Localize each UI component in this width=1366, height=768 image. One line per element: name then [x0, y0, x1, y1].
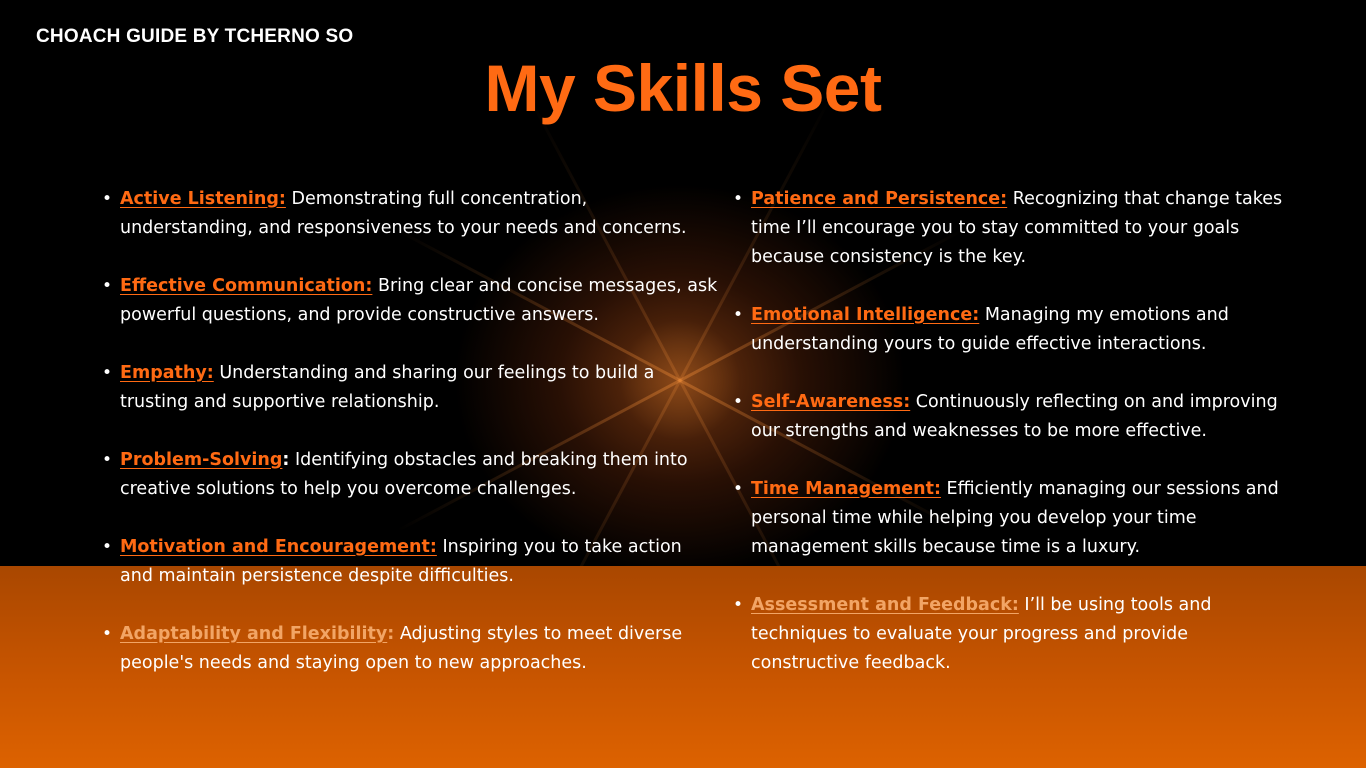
bullet-icon: •	[733, 189, 744, 209]
bullet-icon: •	[102, 450, 113, 470]
skill-term: Patience and Persistence:	[751, 189, 1008, 209]
skill-item: • Self-Awareness: Continuously reflecting…	[733, 388, 1291, 446]
skill-term: Active Listening:	[120, 189, 286, 209]
skill-item: • Time Management: Efficiently managing o…	[733, 475, 1291, 562]
bullet-icon: •	[102, 276, 113, 296]
skill-term: Time Management:	[751, 479, 941, 499]
skill-term: Problem-Solving	[120, 450, 283, 470]
bullet-icon: •	[102, 624, 113, 644]
skill-item: • Emotional Intelligence: Managing my emo…	[733, 301, 1291, 359]
skill-item: • Effective Communication: Bring clear an…	[102, 272, 720, 330]
skill-item: • Problem-Solving: Identifying obstacles …	[102, 446, 720, 504]
bullet-icon: •	[102, 537, 113, 557]
bullet-icon: •	[733, 595, 744, 615]
bullet-icon: •	[733, 305, 744, 325]
skill-term: Adaptability and Flexibility	[120, 624, 388, 644]
skill-term: Motivation and Encouragement:	[120, 537, 437, 557]
bullet-icon: •	[102, 363, 113, 383]
skill-item: • Motivation and Encouragement: Inspiring…	[102, 533, 720, 591]
skills-list-right: • Patience and Persistence: Recognizing t…	[733, 185, 1291, 707]
skill-term: Effective Communication:	[120, 276, 373, 296]
skill-item: • Active Listening: Demonstrating full co…	[102, 185, 720, 243]
brand-label: CHOACH GUIDE BY TCHERNO SO	[36, 26, 354, 47]
skill-term: Empathy:	[120, 363, 214, 383]
skill-item: • Adaptability and Flexibility: Adjusting…	[102, 620, 720, 678]
skill-item: • Assessment and Feedback: I’ll be using …	[733, 591, 1291, 678]
skill-item: • Patience and Persistence: Recognizing t…	[733, 185, 1291, 272]
skill-item: • Empathy: Understanding and sharing our …	[102, 359, 720, 417]
bullet-icon: •	[733, 479, 744, 499]
skill-term: Assessment and Feedback:	[751, 595, 1019, 615]
skill-term: Self-Awareness:	[751, 392, 911, 412]
bullet-icon: •	[733, 392, 744, 412]
skill-term: Emotional Intelligence:	[751, 305, 980, 325]
page-title: My Skills Set	[484, 51, 882, 125]
skills-list-left: • Active Listening: Demonstrating full co…	[102, 185, 720, 707]
bullet-icon: •	[102, 189, 113, 209]
